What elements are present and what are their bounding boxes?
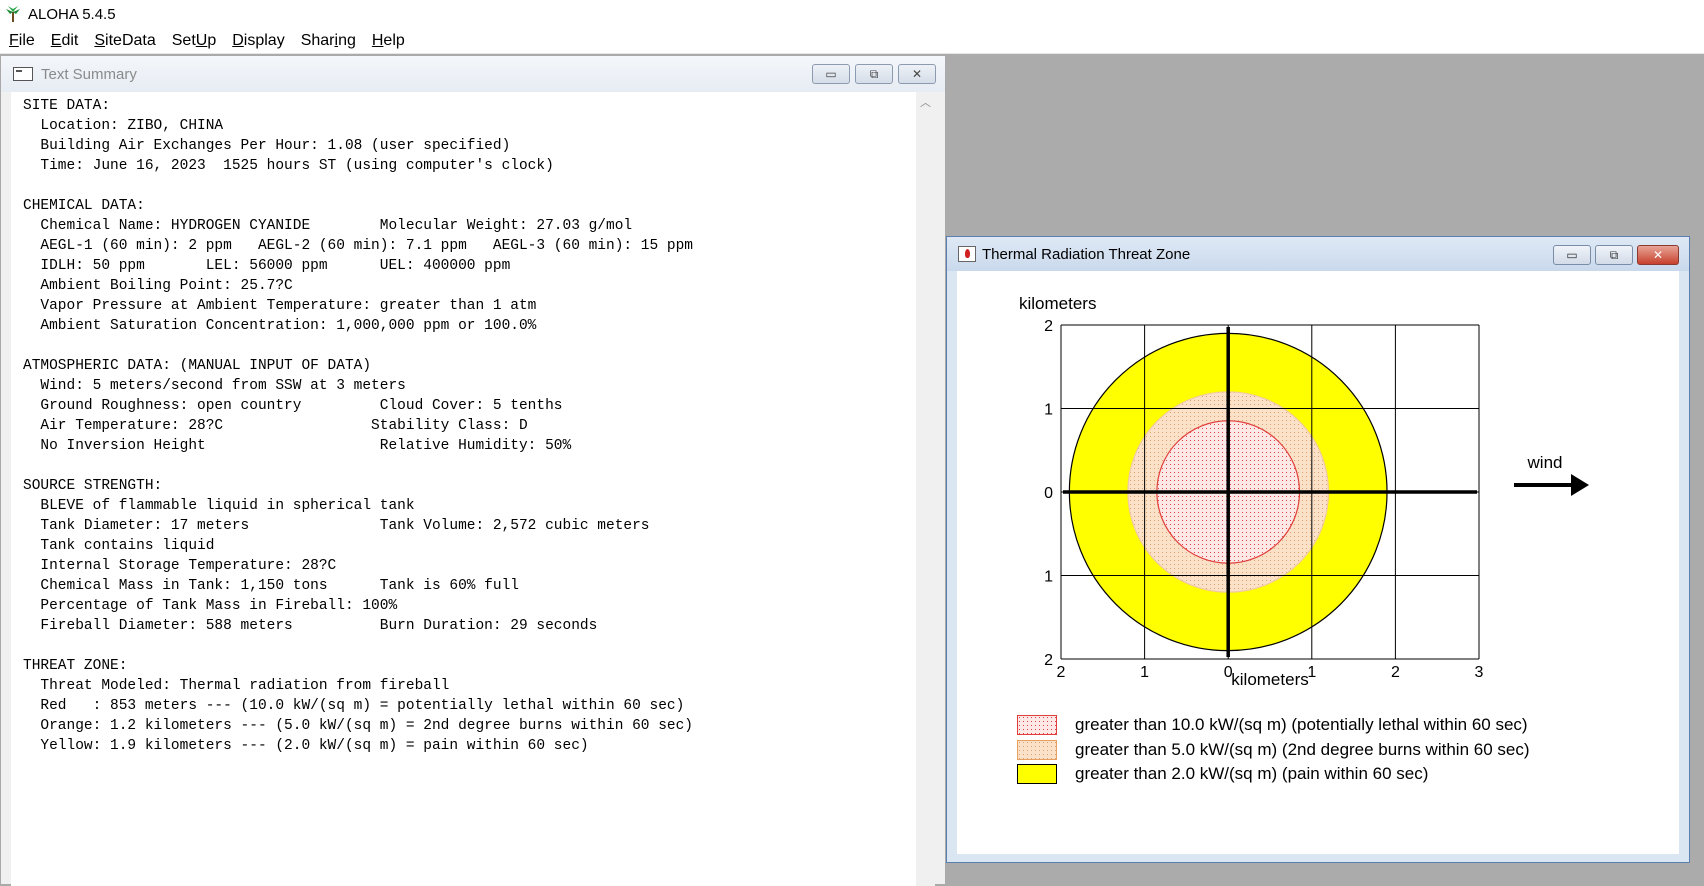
maximize-button[interactable]: ⧉ (1595, 245, 1633, 265)
legend-label: greater than 2.0 kW/(sq m) (pain within … (1075, 764, 1429, 783)
y-tick-label: 2 (1044, 652, 1053, 669)
summary-line: Ground Roughness: open country Cloud Cov… (23, 398, 563, 414)
text-summary-title: Text Summary (41, 65, 137, 83)
close-button[interactable]: ✕ (898, 64, 936, 84)
summary-line: AEGL-1 (60 min): 2 ppm AEGL-2 (60 min): … (23, 238, 694, 254)
threat-zone-titlebar[interactable]: Thermal Radiation Threat Zone ▭ ⧉ ✕ (947, 237, 1689, 271)
text-summary-titlebar[interactable]: Text Summary ▭ ⧉ ✕ (1, 56, 945, 92)
x-axis-label: kilometers (1231, 670, 1308, 689)
summary-line: Location: ZIBO, CHINA (23, 118, 224, 134)
threat-zone-body: 2 1 0 1 2 3 2 1 0 1 2 kilometers kilometers wind grea… (957, 271, 1679, 854)
summary-line: Threat Modeled: Thermal radiation from f… (23, 678, 450, 694)
summary-line: Air Temperature: 28?C Stability Class: D (23, 418, 528, 434)
summary-line: CHEMICAL DATA: (23, 198, 145, 214)
summary-line: IDLH: 50 ppm LEL: 56000 ppm UEL: 400000 … (23, 258, 511, 274)
y-tick-label: 1 (1044, 402, 1053, 419)
summary-line: No Inversion Height Relative Humidity: 5… (23, 438, 572, 454)
x-tick-label: 2 (1391, 664, 1400, 681)
summary-line: Ambient Saturation Concentration: 1,000,… (23, 318, 537, 334)
summary-line: Wind: 5 meters/second from SSW at 3 mete… (23, 378, 406, 394)
scroll-up-icon[interactable]: ︿ (916, 94, 935, 110)
threat-zone-window[interactable]: Thermal Radiation Threat Zone ▭ ⧉ ✕ 2 1 … (946, 236, 1690, 863)
legend-swatch-orange (1017, 740, 1057, 760)
close-button[interactable]: ✕ (1637, 245, 1679, 265)
menu-display[interactable]: Display (232, 32, 284, 50)
minimize-button[interactable]: ▭ (812, 64, 850, 84)
summary-line: Tank Diameter: 17 meters Tank Volume: 2,… (23, 518, 650, 534)
x-tick-label: 3 (1475, 664, 1484, 681)
wind-label: wind (1527, 453, 1563, 472)
menu-help[interactable]: Help (372, 32, 405, 50)
palm-tree-icon (4, 5, 22, 23)
y-tick-label: 2 (1044, 318, 1053, 335)
summary-line: Orange: 1.2 kilometers --- (5.0 kW/(sq m… (23, 718, 694, 734)
mdi-client-area: Text Summary ▭ ⧉ ✕ SITE DATA: Location: … (0, 54, 1704, 886)
menu-bar: File Edit SiteData SetUp Display Sharing Help (0, 28, 1704, 54)
summary-line: THREAT ZONE: (23, 658, 128, 674)
summary-line: Internal Storage Temperature: 28?C (23, 558, 337, 574)
legend-item-orange: greater than 5.0 kW/(sq m) (2nd degree b… (1017, 738, 1530, 762)
summary-line: Vapor Pressure at Ambient Temperature: g… (23, 298, 537, 314)
legend-item-red: greater than 10.0 kW/(sq m) (potentially… (1017, 713, 1528, 737)
summary-line: Chemical Name: HYDROGEN CYANIDE Molecula… (23, 218, 633, 234)
summary-line: Yellow: 1.9 kilometers --- (2.0 kW/(sq m… (23, 738, 589, 754)
menu-file[interactable]: File (9, 32, 35, 50)
maximize-button[interactable]: ⧉ (855, 64, 893, 84)
legend-label: greater than 10.0 kW/(sq m) (potentially… (1075, 715, 1528, 734)
y-tick-label: 0 (1044, 485, 1053, 502)
menu-sharing[interactable]: Sharing (301, 32, 356, 50)
text-summary-body[interactable]: SITE DATA: Location: ZIBO, CHINA Buildin… (11, 92, 916, 886)
legend-item-yellow: greater than 2.0 kW/(sq m) (pain within … (1017, 762, 1428, 786)
summary-line: ATMOSPHERIC DATA: (MANUAL INPUT OF DATA) (23, 358, 372, 374)
legend-label: greater than 5.0 kW/(sq m) (2nd degree b… (1075, 740, 1530, 759)
legend-swatch-yellow (1017, 764, 1057, 784)
menu-sitedata[interactable]: SiteData (94, 32, 155, 50)
window-controls: ▭ ⧉ ✕ (1553, 245, 1679, 265)
summary-line: Red : 853 meters --- (10.0 kW/(sq m) = p… (23, 698, 685, 714)
app-title: ALOHA 5.4.5 (28, 5, 116, 23)
summary-line: Tank contains liquid (23, 538, 215, 554)
y-tick-label: 1 (1044, 569, 1053, 586)
legend-swatch-red (1017, 715, 1057, 735)
window-controls: ▭ ⧉ ✕ (812, 64, 936, 84)
summary-line: SITE DATA: (23, 98, 111, 114)
summary-line: Percentage of Tank Mass in Fireball: 100… (23, 598, 398, 614)
minimize-button[interactable]: ▭ (1553, 245, 1591, 265)
text-summary-window[interactable]: Text Summary ▭ ⧉ ✕ SITE DATA: Location: … (0, 55, 946, 886)
x-tick-label: 1 (1140, 664, 1149, 681)
window-icon (13, 67, 33, 81)
summary-line (23, 176, 916, 196)
x-tick-label: 2 (1057, 664, 1066, 681)
menu-setup[interactable]: SetUp (172, 32, 216, 50)
summary-line: Ambient Boiling Point: 25.7?C (23, 278, 293, 294)
y-axis-label: kilometers (1019, 294, 1096, 313)
flame-icon (958, 246, 976, 262)
summary-line (23, 456, 916, 476)
threat-zone-title: Thermal Radiation Threat Zone (982, 245, 1191, 263)
summary-line: Building Air Exchanges Per Hour: 1.08 (u… (23, 138, 511, 154)
vertical-scrollbar[interactable]: ︿ (916, 92, 935, 886)
summary-line: BLEVE of flammable liquid in spherical t… (23, 498, 415, 514)
wind-arrow-icon (1571, 474, 1589, 496)
summary-line (23, 336, 916, 356)
summary-line: Time: June 16, 2023 1525 hours ST (using… (23, 158, 554, 174)
summary-line: Chemical Mass in Tank: 1,150 tons Tank i… (23, 578, 519, 594)
summary-line: Fireball Diameter: 588 meters Burn Durat… (23, 618, 598, 634)
app-titlebar: ALOHA 5.4.5 (0, 0, 1704, 28)
summary-line: SOURCE STRENGTH: (23, 478, 163, 494)
summary-line (23, 636, 916, 656)
menu-edit[interactable]: Edit (51, 32, 79, 50)
